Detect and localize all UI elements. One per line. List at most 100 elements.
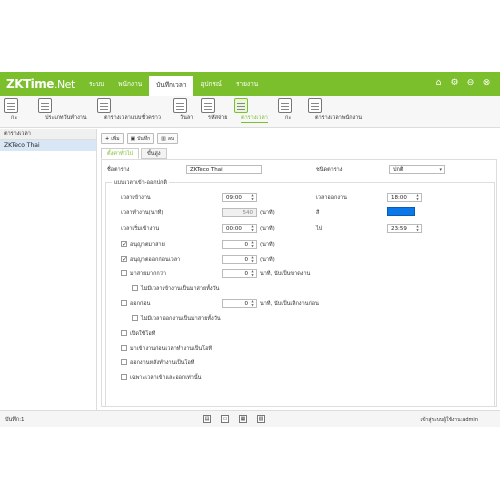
add-button[interactable]: + เพิ่ม xyxy=(101,133,124,144)
spinner-icon[interactable]: ▲ ▼ xyxy=(250,193,255,201)
tool-label: ตารางเวลาพนักงาน xyxy=(315,115,363,121)
spinner-icon[interactable]: ▲ ▼ xyxy=(250,224,255,232)
group-title: แบบเวลาเข้า-ออกปกติ xyxy=(112,179,169,187)
late-field[interactable]: 0 ▲ ▼ xyxy=(222,240,257,249)
spinner-icon[interactable]: ▲ ▼ xyxy=(415,224,420,232)
save-label: บันทึก xyxy=(137,136,151,142)
save-button[interactable]: ▣ บันทึก xyxy=(126,133,155,144)
spinner-icon[interactable]: ▲ ▼ xyxy=(250,299,255,307)
shift-list-icon xyxy=(278,98,292,113)
spinner-icon[interactable]: ▲ ▼ xyxy=(250,240,255,248)
tool-label: ตารางเวลา xyxy=(241,115,268,123)
name-field[interactable]: ZKTeco Thai xyxy=(186,165,262,174)
checkout-field[interactable]: 18:00 ▲ ▼ xyxy=(387,193,422,202)
logo-text: ZKTime xyxy=(6,77,54,91)
color-label: สี xyxy=(316,210,320,216)
startin-field[interactable]: 00:00 ▲ ▼ xyxy=(222,224,257,233)
tool-employee-schedule[interactable]: ตารางเวลาพนักงาน xyxy=(308,98,362,121)
late-checkbox[interactable]: ✓ xyxy=(121,241,127,248)
gear-icon[interactable]: ⚙ xyxy=(449,78,460,89)
action-bar: + เพิ่ม ▣ บันทึก ▥ ลบ xyxy=(101,133,179,144)
tool-shift-list[interactable]: กะ xyxy=(278,98,292,121)
spinner-icon[interactable]: ▲ ▼ xyxy=(415,193,420,201)
leave-early-checkbox[interactable] xyxy=(121,300,127,306)
before-ot-label: มาเข้างานก่อนเวลาทำงานเป็นโอที xyxy=(130,346,213,352)
checkin-field[interactable]: 09:00 ▲ ▼ xyxy=(222,193,257,202)
shift-icon xyxy=(4,98,18,113)
pay-code-icon xyxy=(201,98,215,113)
late-unit: (นาที) xyxy=(260,242,275,248)
startin-unit: (นาที) xyxy=(260,226,275,232)
tool-temp-schedule[interactable]: ตารางเวลาแบบชั่วคราว xyxy=(97,98,161,121)
leave-early-field[interactable]: 0 ▲ ▼ xyxy=(222,299,257,308)
tab-bar: ตั้งค่าทั่วไป ขั้นสูง xyxy=(101,148,167,159)
workminutes-unit: (นาที) xyxy=(260,210,275,216)
tool-label: ตารางเวลาแบบชั่วคราว xyxy=(104,115,161,121)
left-panel: ตารางเวลา ZKTeco Thai xyxy=(0,129,97,410)
tool-shift[interactable]: กะ xyxy=(4,98,18,121)
id-card-icon[interactable]: ▤ xyxy=(203,415,211,423)
color-picker[interactable] xyxy=(387,207,415,216)
leave-early-value: 0 xyxy=(244,301,249,307)
startin-label: เวลาเริ่มเข้างาน xyxy=(121,226,160,232)
tab-advanced[interactable]: ขั้นสูง xyxy=(141,148,167,159)
tool-label: ประเภทวันทำงาน xyxy=(45,115,87,121)
add-label: เพิ่ม xyxy=(111,136,120,142)
tool-timetable[interactable]: ตารางเวลา xyxy=(234,98,268,123)
menu-system[interactable]: ระบบ xyxy=(82,72,111,96)
menu-report[interactable]: รายงาน xyxy=(229,72,265,96)
monitor-icon[interactable]: ▭ xyxy=(221,415,229,423)
early-notrecord-label: ไม่มีเวลาออกงานเป็นมาสายทั้งวัน xyxy=(141,316,221,322)
late-label: อนุญาตมาสาย xyxy=(130,242,165,248)
home-icon[interactable]: ⌂ xyxy=(433,78,444,89)
endout-label: ไป xyxy=(316,226,323,232)
tool-label: กะ xyxy=(285,115,292,121)
before-ot-checkbox[interactable] xyxy=(121,345,127,351)
close-icon[interactable]: ⊗ xyxy=(481,78,492,89)
employee-schedule-icon xyxy=(308,98,322,113)
menu-attendance[interactable]: บันทึกเวลา xyxy=(149,76,194,96)
calendar-icon[interactable]: ▦ xyxy=(239,415,247,423)
latemore-field[interactable]: 0 ▲ ▼ xyxy=(222,269,257,278)
only-in-out-checkbox[interactable] xyxy=(121,374,127,380)
chevron-down-icon: ▾ xyxy=(439,167,442,173)
late-notrecord-label: ไม่มีเวลาเข้างานเป็นมาสายทั้งวัน xyxy=(141,286,220,292)
menu-device[interactable]: อุปกรณ์ xyxy=(193,72,229,96)
tool-leave[interactable]: วันลา xyxy=(173,98,193,121)
report-icon[interactable]: ▧ xyxy=(257,415,265,423)
endout-field[interactable]: 23:59 ▲ ▼ xyxy=(387,224,422,233)
timetable-list-item[interactable]: ZKTeco Thai xyxy=(0,140,96,151)
type-select[interactable]: ปกติ ▾ xyxy=(389,165,445,174)
workminutes-field: 540 xyxy=(222,208,257,217)
delete-button[interactable]: ▥ ลบ xyxy=(157,133,179,144)
latemore-label: มาสายมากกว่า xyxy=(130,271,166,277)
latemore-checkbox[interactable] xyxy=(121,270,127,276)
early-checkbox[interactable]: ✓ xyxy=(121,256,127,263)
leave-icon xyxy=(173,98,187,113)
early-label: อนุญาตออกก่อนเวลา xyxy=(130,257,181,263)
ot-checkbox[interactable] xyxy=(121,330,127,336)
spinner-icon[interactable]: ▲ ▼ xyxy=(250,269,255,277)
tool-paycode[interactable]: รหัสจ่าย xyxy=(201,98,227,121)
late-value: 0 xyxy=(244,242,249,248)
window-controls: ⌂ ⚙ ⊖ ⊗ xyxy=(433,78,492,89)
early-unit: (นาที) xyxy=(260,257,275,263)
only-in-out-label: เฉพาะเวลาเข้าและออกเท่านั้น xyxy=(130,375,202,381)
login-user: เข้าสู่ระบบผู้ใช้งาน:admin xyxy=(420,417,479,423)
tab-general[interactable]: ตั้งค่าทั่วไป xyxy=(101,148,139,159)
trash-icon: ▥ xyxy=(161,136,166,142)
late-notrecord-checkbox[interactable] xyxy=(132,285,138,291)
early-notrecord-checkbox[interactable] xyxy=(132,315,138,321)
after-ot-checkbox[interactable] xyxy=(121,359,127,365)
leave-early-unit: นาที, นับเป็นเลิกงานก่อน xyxy=(260,301,319,307)
tool-daytype[interactable]: ประเภทวันทำงาน xyxy=(38,98,87,121)
endout-value: 23:59 xyxy=(391,226,407,232)
startin-value: 00:00 xyxy=(226,226,242,232)
main-panel: + เพิ่ม ▣ บันทึก ▥ ลบ ตั้งค่าทั่วไป ขั้นสูง… xyxy=(98,129,500,410)
app-logo: ZKTime.Net xyxy=(6,77,75,91)
minimize-icon[interactable]: ⊖ xyxy=(465,78,476,89)
early-field[interactable]: 0 ▲ ▼ xyxy=(222,255,257,264)
spinner-icon[interactable]: ▲ ▼ xyxy=(250,255,255,263)
menu-employee[interactable]: พนักงาน xyxy=(111,72,149,96)
name-label: ชื่อตาราง xyxy=(107,167,130,173)
